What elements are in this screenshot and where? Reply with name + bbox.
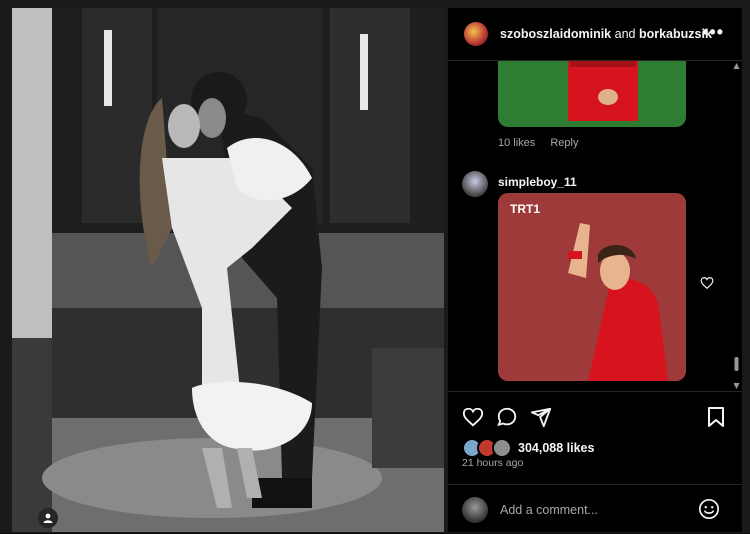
likes-count[interactable]: 304,088 likes: [518, 441, 594, 455]
author-conjunction: and: [614, 27, 636, 41]
post-header: szoboszlaidominik and borkabuzsik •••: [448, 8, 742, 61]
share-send-icon[interactable]: [530, 406, 552, 433]
action-icons: [462, 406, 552, 433]
more-horizontal-icon[interactable]: •••: [702, 22, 724, 43]
commenter-username[interactable]: simpleboy_11: [498, 175, 577, 189]
post-side-panel: szoboszlaidominik and borkabuzsik ••• 10…: [448, 8, 742, 532]
comment-input[interactable]: Add a comment...: [500, 503, 598, 517]
comment-icon[interactable]: [496, 406, 518, 433]
like-comment-heart-icon[interactable]: [700, 276, 714, 295]
gif-channel-label: TRT1: [510, 202, 540, 216]
comment-likes[interactable]: 10 likes: [498, 137, 535, 149]
comment-meta-1: 10 likes Reply: [498, 137, 590, 149]
author-link-2[interactable]: borkabuzsik: [639, 27, 712, 41]
screenshot-frame: szoboszlaidominik and borkabuzsik ••• 10…: [0, 0, 750, 533]
post-timestamp[interactable]: 21 hours ago: [462, 457, 523, 469]
comment-gif-1[interactable]: [498, 61, 686, 127]
tagged-user-icon[interactable]: [38, 508, 58, 528]
comments-scrollbar[interactable]: [733, 61, 740, 391]
likes-row[interactable]: 304,088 likes: [462, 438, 594, 458]
post-actions: 304,088 likes 21 hours ago Add a comment…: [448, 391, 742, 533]
save-bookmark-icon[interactable]: [706, 406, 726, 433]
comment-2: simpleboy_11: [462, 171, 577, 197]
liker-avatars: [462, 438, 512, 458]
author-names: szoboszlaidominik and borkabuzsik: [500, 27, 712, 41]
author-link-1[interactable]: szoboszlaidominik: [500, 27, 611, 41]
post-photo[interactable]: [12, 8, 444, 532]
add-comment-bar: Add a comment...: [448, 484, 742, 534]
current-user-avatar: [462, 496, 488, 523]
comments-list[interactable]: 10 likes Reply simpleboy_11 TRT1: [448, 61, 742, 391]
commenter-avatar[interactable]: [462, 171, 488, 197]
emoji-icon[interactable]: [698, 498, 720, 525]
author-avatar[interactable]: [464, 22, 488, 46]
comment-gif-2[interactable]: TRT1: [498, 193, 686, 381]
like-heart-icon[interactable]: [462, 406, 484, 433]
reply-button[interactable]: Reply: [550, 137, 578, 149]
